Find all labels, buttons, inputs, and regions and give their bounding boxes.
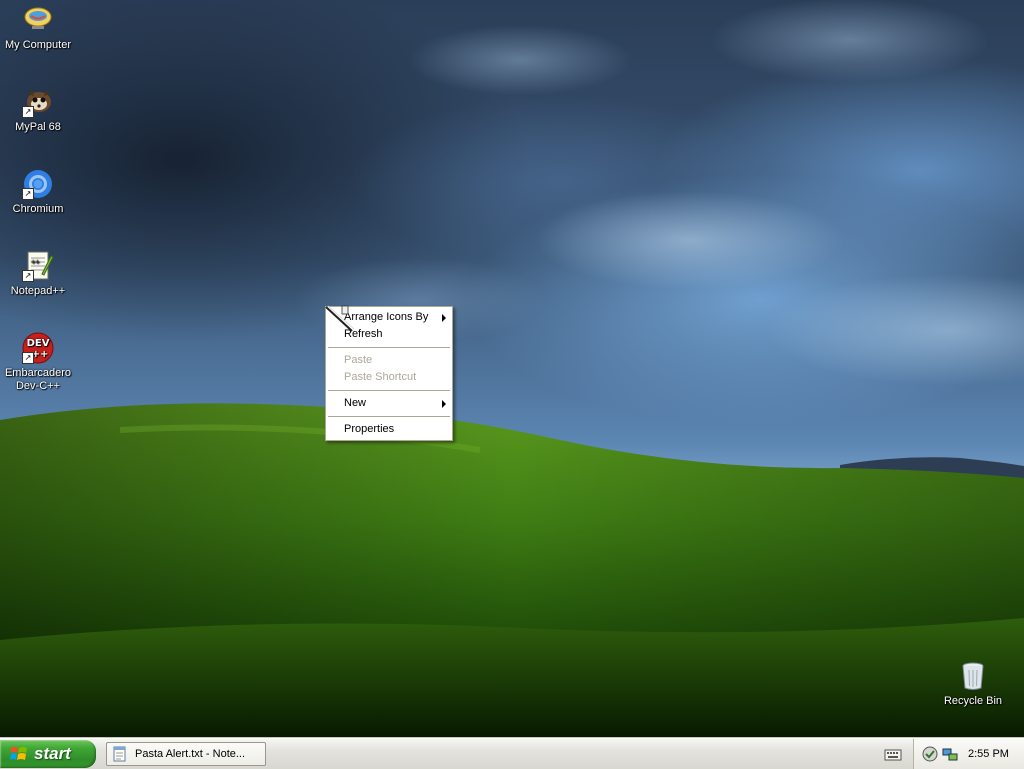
chromium-icon: ↗ <box>22 168 54 200</box>
shortcut-arrow-icon: ↗ <box>22 106 34 118</box>
my-computer-icon <box>22 4 54 36</box>
notepadpp-icon: ++ ↗ <box>22 250 54 282</box>
desktop-icon-notepadpp[interactable]: ++ ↗ Notepad++ <box>0 250 76 298</box>
mypal-icon: ↗ <box>22 86 54 118</box>
desktop-icon-my-computer[interactable]: My Computer <box>0 4 76 52</box>
windows-flag-icon <box>10 747 27 760</box>
menu-separator <box>328 347 450 348</box>
menu-item-paste: Paste <box>326 352 452 369</box>
taskbar-button-notepad[interactable]: Pasta Alert.txt - Note... <box>106 742 266 766</box>
start-button[interactable]: start <box>0 740 96 768</box>
desktop-icon-label: Embarcadero Dev-C++ <box>4 367 72 392</box>
desktop-icon-recycle-bin[interactable]: Recycle Bin <box>935 660 1011 708</box>
task-title: Pasta Alert.txt - Note... <box>135 748 246 760</box>
menu-item-properties[interactable]: Properties <box>326 421 452 438</box>
wallpaper-hills <box>0 403 1024 738</box>
menu-item-paste-shortcut: Paste Shortcut <box>326 369 452 386</box>
desktop[interactable]: My Computer ↗ MyPal 68 ↗ Chromium ++ ↗ N… <box>0 0 1024 738</box>
svg-text:++: ++ <box>32 349 49 360</box>
mouse-pointer-icon <box>325 305 355 332</box>
svg-text:DEV: DEV <box>27 338 50 349</box>
desktop-icon-label: MyPal 68 <box>15 121 61 133</box>
desktop-icon-label: My Computer <box>4 39 72 51</box>
submenu-arrow-icon <box>442 314 446 322</box>
shortcut-arrow-icon: ↗ <box>22 352 34 364</box>
system-tray: 2:55 PM <box>913 739 1024 769</box>
menu-separator <box>328 390 450 391</box>
desktop-icon-devcpp[interactable]: DEV ++ ↗ Embarcadero Dev-C++ <box>0 332 76 393</box>
menu-item-label: Paste <box>344 354 373 366</box>
notepad-icon <box>113 746 126 762</box>
shortcut-arrow-icon: ↗ <box>22 188 34 200</box>
desktop-icon-label: Chromium <box>12 203 64 215</box>
submenu-arrow-icon <box>442 400 446 408</box>
desktop-icon-mypal[interactable]: ↗ MyPal 68 <box>0 86 76 134</box>
menu-item-new[interactable]: New <box>326 395 452 412</box>
desktop-icon-label: Notepad++ <box>10 285 66 297</box>
desktop-icon-label: Recycle Bin <box>943 695 1003 707</box>
start-label: start <box>34 744 71 763</box>
menu-item-label: New <box>344 397 367 409</box>
security-shield-icon[interactable] <box>922 746 938 762</box>
network-icon[interactable] <box>942 746 958 762</box>
menu-item-label: Properties <box>344 423 395 435</box>
keyboard-icon[interactable] <box>884 746 902 762</box>
shortcut-arrow-icon: ↗ <box>22 270 34 282</box>
devcpp-icon: DEV ++ ↗ <box>22 332 54 364</box>
desktop-icon-chromium[interactable]: ↗ Chromium <box>0 168 76 216</box>
recycle-bin-icon <box>957 660 989 692</box>
svg-text:++: ++ <box>31 258 39 266</box>
menu-item-label: Paste Shortcut <box>344 371 417 383</box>
menu-separator <box>328 416 450 417</box>
clock[interactable]: 2:55 PM <box>968 739 1009 769</box>
taskbar: start Pasta Alert.txt - Note... 2:55 PM <box>0 738 1024 769</box>
